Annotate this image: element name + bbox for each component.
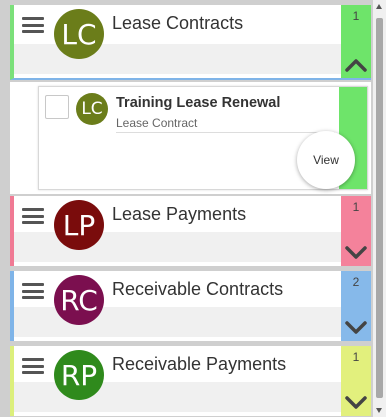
group-receivable-contracts[interactable]: RC Receivable Contracts 2 [10, 271, 371, 341]
group-title: Receivable Payments [112, 354, 287, 374]
group-receivable-payments[interactable]: RP Receivable Payments 1 [10, 346, 371, 416]
scrollbar-thumb[interactable] [376, 18, 383, 398]
chevron-down-icon[interactable] [345, 321, 367, 335]
list-item-card[interactable]: LC Training Lease Renewal Lease Contract… [38, 86, 368, 190]
group-side-bar: 1 [341, 5, 371, 78]
hamburger-icon[interactable] [22, 17, 44, 33]
group-side-bar: 1 [341, 196, 371, 266]
chevron-down-icon[interactable] [345, 246, 367, 260]
hamburger-icon[interactable] [22, 358, 44, 374]
avatar: RC [54, 275, 104, 325]
chevron-up-icon[interactable] [345, 58, 367, 72]
hamburger-icon[interactable] [22, 283, 44, 299]
item-avatar: LC [76, 93, 108, 125]
group-title: Lease Contracts [112, 13, 244, 33]
vertical-scrollbar[interactable] [373, 0, 386, 417]
avatar: LC [54, 9, 104, 59]
group-count-badge: 1 [352, 9, 360, 23]
scroll-down-icon[interactable] [376, 408, 382, 413]
item-title: Training Lease Renewal [116, 95, 281, 111]
hamburger-icon[interactable] [22, 208, 44, 224]
group-lease-payments[interactable]: LP Lease Payments 1 [10, 196, 371, 266]
chevron-down-icon[interactable] [345, 396, 367, 410]
item-divider [116, 132, 335, 133]
avatar: RP [54, 350, 104, 400]
group-title: Lease Payments [112, 204, 247, 224]
group-lease-contracts[interactable]: LC Lease Contracts 1 [10, 5, 371, 80]
group-side-bar: 1 [341, 346, 371, 416]
group-count-badge: 2 [352, 275, 360, 289]
avatar: LP [54, 200, 104, 250]
scroll-up-icon[interactable] [376, 4, 382, 9]
item-subtitle: Lease Contract [116, 116, 198, 130]
group-title: Receivable Contracts [112, 279, 284, 299]
group-count-badge: 1 [352, 350, 360, 364]
group-count-badge: 1 [352, 200, 360, 214]
view-button[interactable]: View [297, 131, 355, 189]
item-checkbox[interactable] [45, 95, 69, 119]
group-list: LC Lease Contracts 1 LC Training Lease R… [0, 0, 373, 417]
group-side-bar: 2 [341, 271, 371, 341]
